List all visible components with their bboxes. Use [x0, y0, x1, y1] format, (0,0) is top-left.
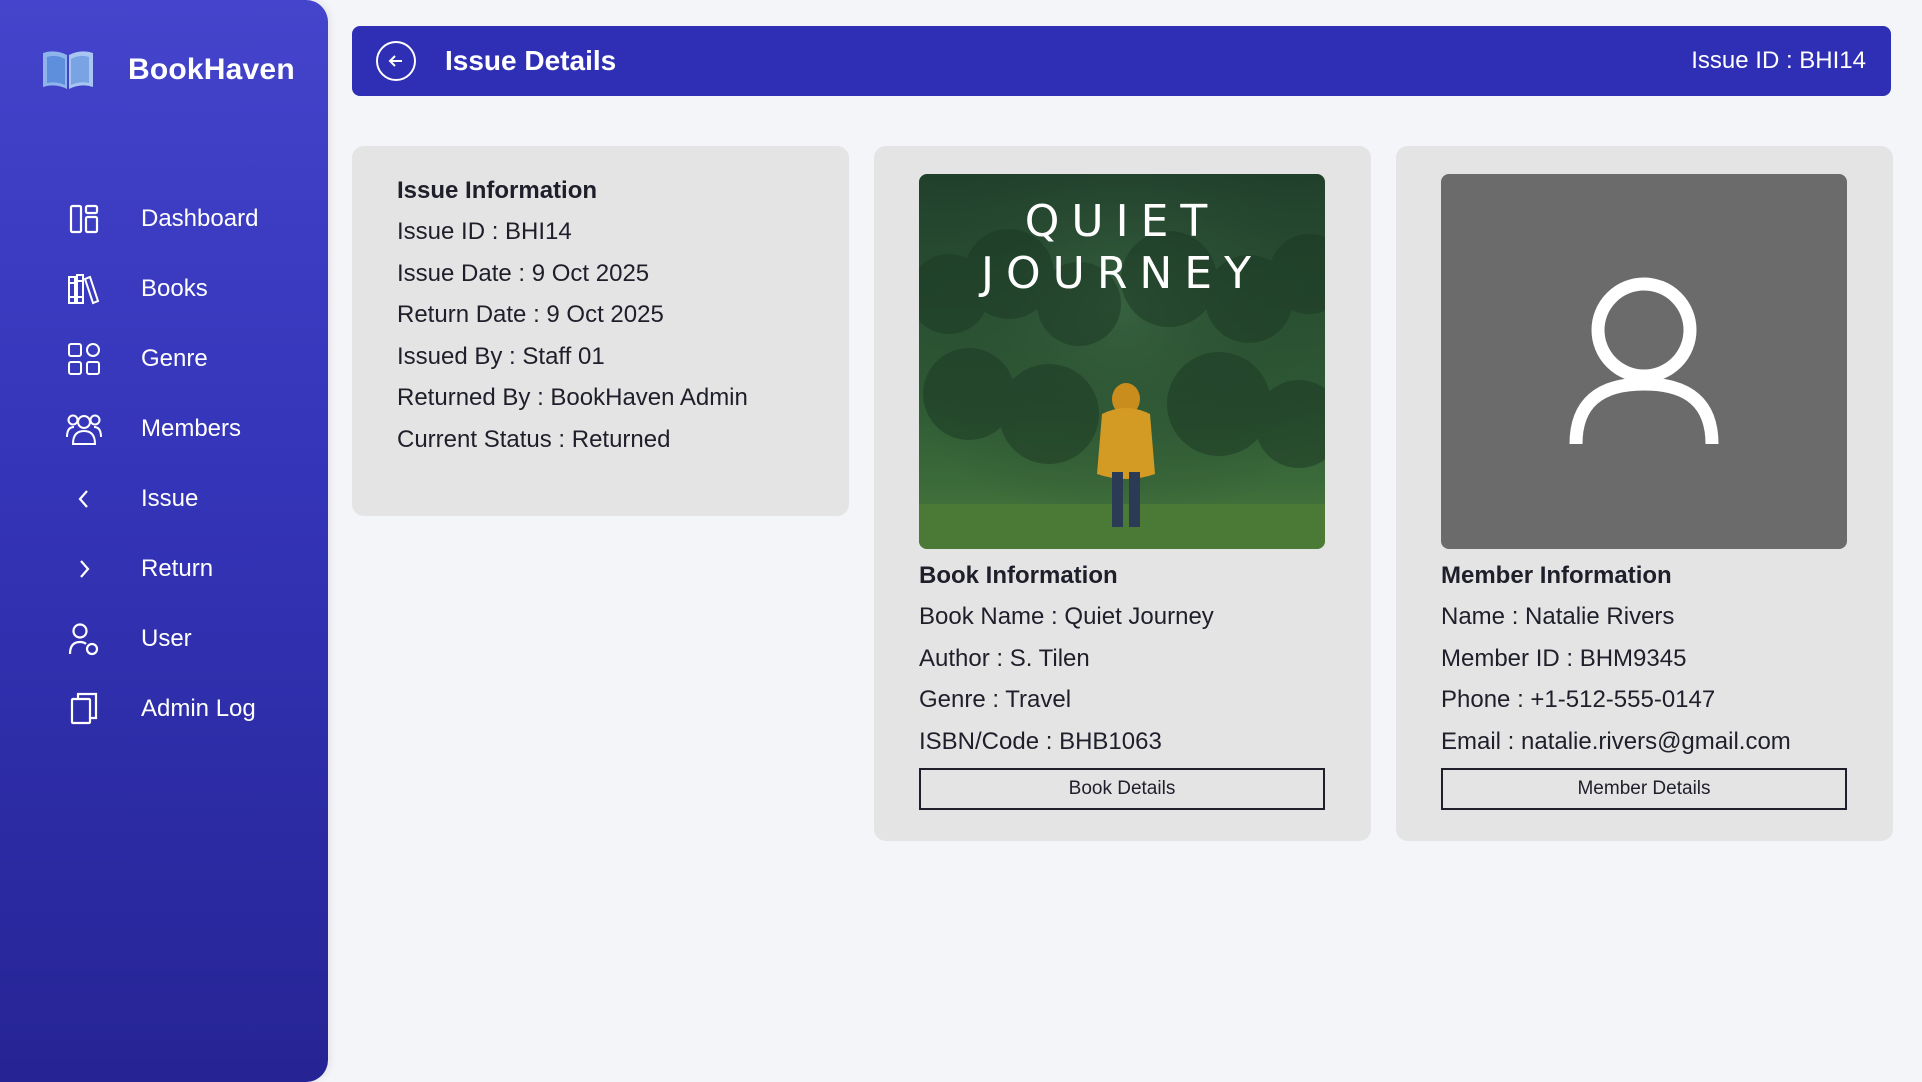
book-info-title: Book Information: [919, 562, 1118, 589]
sidebar-item-genre[interactable]: Genre: [0, 324, 328, 394]
sidebar-item-label: Return: [141, 555, 214, 582]
sidebar-item-user[interactable]: User: [0, 604, 328, 674]
sidebar-item-label: Dashboard: [141, 205, 259, 232]
issue-id-line: Issue ID : BHI14: [397, 218, 572, 245]
cover-title-line2: JOURNEY: [981, 248, 1263, 299]
book-cover-image: QUIET JOURNEY: [919, 174, 1325, 549]
book-info-card: QUIET JOURNEY Book Information Book Name…: [874, 146, 1371, 841]
issue-info-title: Issue Information: [397, 177, 598, 204]
back-button[interactable]: [376, 41, 416, 81]
author-line: Author : S. Tilen: [919, 644, 1090, 672]
sidebar-item-label: Genre: [141, 345, 208, 372]
user-placeholder-icon: [1569, 277, 1719, 444]
genre-grid-icon: [64, 339, 104, 379]
chevron-left-icon: [64, 479, 104, 519]
page-title: Issue Details: [445, 45, 617, 76]
sidebar-item-label: Members: [141, 415, 242, 442]
email-line: Email : natalie.rivers@gmail.com: [1441, 727, 1791, 755]
genre-line: Genre : Travel: [919, 686, 1072, 713]
sidebar-item-dashboard[interactable]: Dashboard: [0, 184, 328, 254]
member-avatar: [1441, 174, 1847, 549]
returned-by-line: Returned By : BookHaven Admin: [397, 384, 748, 411]
isbn-line: ISBN/Code : BHB1063: [919, 727, 1162, 755]
page-header: Issue Details Issue ID : BHI14: [352, 26, 1891, 96]
dashboard-icon: [64, 199, 104, 239]
sidebar-item-books[interactable]: Books: [0, 254, 328, 324]
sidebar-item-label: Books: [141, 275, 208, 302]
sidebar-nav: Dashboard Books Genre Members Issue Retu…: [0, 184, 328, 744]
books-icon: [64, 269, 104, 309]
cover-title-line1: QUIET: [1024, 196, 1220, 247]
members-icon: [64, 409, 104, 449]
member-info-card: Member Information Name : Natalie Rivers…: [1396, 146, 1893, 841]
member-name-line: Name : Natalie Rivers: [1441, 603, 1675, 630]
book-name-line: Book Name : Quiet Journey: [919, 603, 1214, 630]
header-issue-id: Issue ID : BHI14: [1691, 47, 1866, 74]
brand-name: BookHaven: [128, 53, 295, 86]
issue-date-line: Issue Date : 9 Oct 2025: [397, 259, 650, 287]
sidebar-item-admin-log[interactable]: Admin Log: [0, 674, 328, 744]
return-date-line: Return Date : 9 Oct 2025: [397, 301, 664, 328]
member-id-line: Member ID : BHM9345: [1441, 644, 1687, 672]
sidebar-item-return[interactable]: Return: [0, 534, 328, 604]
open-book-icon: [38, 44, 98, 96]
user-settings-icon: [64, 619, 104, 659]
sidebar-item-issue[interactable]: Issue: [0, 464, 328, 534]
chevron-right-icon: [64, 549, 104, 589]
member-info-title: Member Information: [1441, 562, 1672, 589]
member-details-button[interactable]: Member Details: [1441, 768, 1847, 810]
phone-line: Phone : +1-512-555-0147: [1441, 686, 1716, 713]
sidebar-item-label: User: [141, 625, 192, 652]
issued-by-line: Issued By : Staff 01: [397, 342, 605, 370]
sidebar: BookHaven Dashboard Books Genre Members …: [0, 0, 328, 1082]
sidebar-item-label: Issue: [141, 485, 199, 512]
admin-log-icon: [64, 689, 104, 729]
book-details-button[interactable]: Book Details: [919, 768, 1325, 810]
brand[interactable]: BookHaven: [38, 44, 295, 96]
sidebar-item-members[interactable]: Members: [0, 394, 328, 464]
issue-info-card: Issue Information Issue ID : BHI14 Issue…: [352, 146, 849, 516]
arrow-left-circle-icon: [388, 55, 402, 67]
current-status-line: Current Status : Returned: [397, 425, 671, 453]
sidebar-item-label: Admin Log: [141, 695, 256, 722]
